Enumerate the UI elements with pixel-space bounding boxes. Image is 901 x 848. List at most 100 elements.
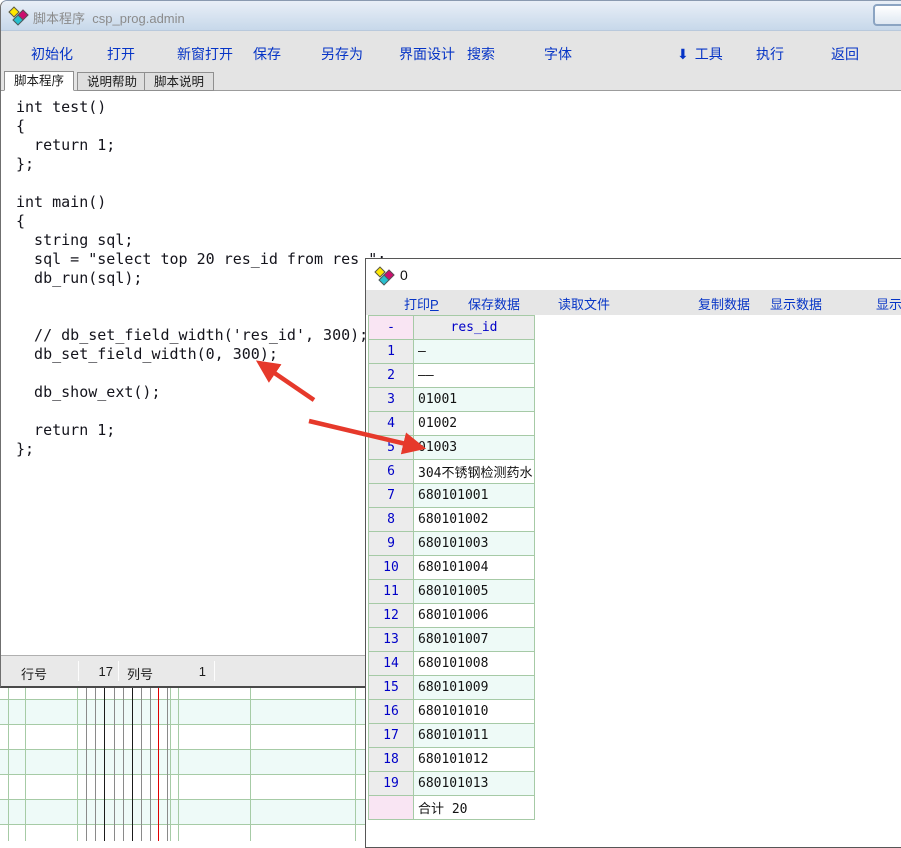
res-id-cell[interactable]: — xyxy=(414,340,535,364)
table-row: 8680101002 xyxy=(369,508,535,532)
res-id-cell[interactable]: 680101009 xyxy=(414,676,535,700)
res-id-cell[interactable]: 01002 xyxy=(414,412,535,436)
grid-line xyxy=(132,688,133,841)
grid-line xyxy=(25,688,26,841)
search-button[interactable]: 搜索 xyxy=(467,44,495,64)
dropdown-arrow-icon: ⬇ xyxy=(677,46,689,62)
res-id-cell[interactable]: 01003 xyxy=(414,436,535,460)
row-number-cell[interactable]: 7 xyxy=(369,484,414,508)
grid-line xyxy=(114,688,115,841)
res-id-cell[interactable]: 680101007 xyxy=(414,628,535,652)
grid-line xyxy=(77,688,78,841)
open-new-window-button[interactable]: 新窗打开 xyxy=(177,44,233,64)
save-data-button[interactable]: 保存数据 xyxy=(468,294,520,313)
status-separator xyxy=(214,661,215,681)
return-button[interactable]: 返回 xyxy=(831,44,859,64)
print-button[interactable]: 打印P xyxy=(404,294,439,313)
row-number-cell[interactable]: 2 xyxy=(369,364,414,388)
row-number-cell[interactable]: 16 xyxy=(369,700,414,724)
res-id-cell[interactable]: 680101002 xyxy=(414,508,535,532)
res-id-cell[interactable]: 680101011 xyxy=(414,724,535,748)
show-data-button[interactable]: 显示数据 xyxy=(770,294,822,313)
row-number-cell[interactable]: 1 xyxy=(369,340,414,364)
res-id-cell[interactable]: 680101001 xyxy=(414,484,535,508)
table-header-row: - res_id xyxy=(369,316,535,340)
row-number-cell[interactable]: 6 xyxy=(369,460,414,484)
result-window-title: 0 xyxy=(400,267,408,283)
save-button[interactable]: 保存 xyxy=(253,44,281,64)
result-title-bar[interactable]: 0 xyxy=(366,259,901,290)
read-file-button[interactable]: 读取文件 xyxy=(558,294,610,313)
res-id-cell[interactable]: 680101004 xyxy=(414,556,535,580)
status-separator xyxy=(118,661,119,681)
res-id-cell[interactable]: 680101003 xyxy=(414,532,535,556)
res-id-column-header[interactable]: res_id xyxy=(414,316,535,340)
row-number-cell[interactable]: 12 xyxy=(369,604,414,628)
copy-data-button[interactable]: 复制数据 xyxy=(698,294,750,313)
table-row: 1— xyxy=(369,340,535,364)
font-button[interactable]: 字体 xyxy=(544,44,572,64)
res-id-cell[interactable]: 01001 xyxy=(414,388,535,412)
row-number-cell[interactable]: 17 xyxy=(369,724,414,748)
grid-line xyxy=(250,688,251,841)
line-number-label: 行号 xyxy=(21,664,47,683)
tab-script-description[interactable]: 脚本说明 xyxy=(144,72,214,91)
table-row: 15680101009 xyxy=(369,676,535,700)
init-button[interactable]: 初始化 xyxy=(31,44,73,64)
row-number-cell[interactable]: 5 xyxy=(369,436,414,460)
row-number-cell[interactable]: 3 xyxy=(369,388,414,412)
row-number-header[interactable]: - xyxy=(369,316,414,340)
res-id-cell[interactable]: 304不锈钢检测药水 xyxy=(414,460,535,484)
table-row: 12680101006 xyxy=(369,604,535,628)
total-row-number-cell xyxy=(369,796,414,820)
grid-line xyxy=(86,688,87,841)
window-control-button[interactable] xyxy=(873,4,901,26)
table-row: 14680101008 xyxy=(369,652,535,676)
table-row: 6304不锈钢检测药水 xyxy=(369,460,535,484)
total-label-cell: 合计 20 xyxy=(414,796,535,820)
column-number-value: 1 xyxy=(151,664,206,679)
table-row: 9680101003 xyxy=(369,532,535,556)
grid-line xyxy=(95,688,96,841)
grid-line xyxy=(141,688,142,841)
table-row: 17680101011 xyxy=(369,724,535,748)
row-number-cell[interactable]: 10 xyxy=(369,556,414,580)
res-id-cell[interactable]: —— xyxy=(414,364,535,388)
show-more-button[interactable]: 显示 xyxy=(876,294,901,313)
row-number-cell[interactable]: 15 xyxy=(369,676,414,700)
open-button[interactable]: 打开 xyxy=(107,44,135,64)
table-row: 18680101012 xyxy=(369,748,535,772)
res-id-cell[interactable]: 680101013 xyxy=(414,772,535,796)
ui-design-button[interactable]: 界面设计 xyxy=(399,44,455,64)
res-id-cell[interactable]: 680101008 xyxy=(414,652,535,676)
app-diamonds-icon xyxy=(376,267,394,285)
row-number-cell[interactable]: 13 xyxy=(369,628,414,652)
row-number-cell[interactable]: 19 xyxy=(369,772,414,796)
table-row: 2—— xyxy=(369,364,535,388)
title-bar[interactable]: 脚本程序 csp_prog.admin xyxy=(1,1,901,31)
tab-script-program[interactable]: 脚本程序 xyxy=(4,71,74,91)
table-row: 19680101013 xyxy=(369,772,535,796)
table-row: 7680101001 xyxy=(369,484,535,508)
line-number-value: 17 xyxy=(61,664,113,679)
row-number-cell[interactable]: 8 xyxy=(369,508,414,532)
grid-line xyxy=(150,688,151,841)
grid-line xyxy=(104,688,105,841)
row-number-cell[interactable]: 11 xyxy=(369,580,414,604)
tools-button[interactable]: ⬇工具 xyxy=(677,44,723,64)
execute-button[interactable]: 执行 xyxy=(756,44,784,64)
row-number-cell[interactable]: 14 xyxy=(369,652,414,676)
grid-line xyxy=(167,688,168,841)
res-id-cell[interactable]: 680101006 xyxy=(414,604,535,628)
column-number-label: 列号 xyxy=(127,664,153,683)
res-id-cell[interactable]: 680101010 xyxy=(414,700,535,724)
row-number-cell[interactable]: 4 xyxy=(369,412,414,436)
save-as-button[interactable]: 另存为 xyxy=(321,44,363,64)
tab-help[interactable]: 说明帮助 xyxy=(77,72,147,91)
row-number-cell[interactable]: 18 xyxy=(369,748,414,772)
grid-line xyxy=(8,688,9,841)
row-number-cell[interactable]: 9 xyxy=(369,532,414,556)
res-id-cell[interactable]: 680101012 xyxy=(414,748,535,772)
app-diamonds-icon xyxy=(10,7,28,25)
res-id-cell[interactable]: 680101005 xyxy=(414,580,535,604)
